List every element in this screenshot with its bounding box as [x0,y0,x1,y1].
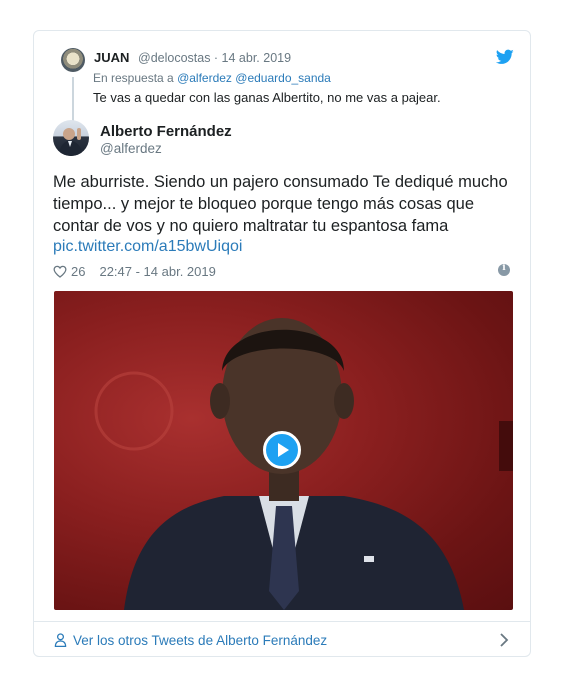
tweet-timestamp[interactable]: 22:47 - 14 abr. 2019 [99,264,215,279]
author-avatar-photo [59,128,83,156]
person-icon [54,633,67,647]
in-reply-to-mentions[interactable]: @alferdez @eduardo_sanda [177,71,331,85]
view-more-tweets-link[interactable]: Ver los otros Tweets de Alberto Fernánde… [54,629,327,651]
author-handle[interactable]: @alferdez [100,141,162,156]
reply-author-handle-date[interactable]: @delocostas · 14 abr. 2019 [138,51,291,65]
play-icon [278,443,289,457]
reply-author-name[interactable]: JUAN [94,50,129,65]
reply-avatar[interactable] [61,48,85,72]
footer-divider [34,621,530,622]
like-count[interactable]: 26 [71,264,85,279]
in-reply-to-prefix: En respuesta a [93,71,174,85]
chevron-right-icon[interactable] [498,632,510,648]
tweet-media-link[interactable]: pic.twitter.com/a15bwUiqoi [53,238,242,256]
tweet-meta: 26 22:47 - 14 abr. 2019 [53,263,216,279]
embedded-tweet-card: JUAN @delocostas · 14 abr. 2019 En respu… [33,30,531,657]
heart-icon[interactable] [53,265,67,278]
info-icon[interactable] [498,263,510,276]
in-reply-to: En respuesta a @alferdez @eduardo_sanda [93,71,331,85]
author-avatar[interactable] [53,120,89,156]
view-more-tweets-label[interactable]: Ver los otros Tweets de Alberto Fernánde… [73,633,327,648]
tweet-video[interactable] [54,291,513,610]
tweet-text: Me aburriste. Siendo un pajero consumado… [53,173,508,235]
play-button[interactable] [263,431,301,469]
reply-tweet-text: Te vas a quedar con las ganas Albertito,… [93,90,441,105]
twitter-bird-icon[interactable] [496,49,514,65]
author-name[interactable]: Alberto Fernández [100,123,232,140]
